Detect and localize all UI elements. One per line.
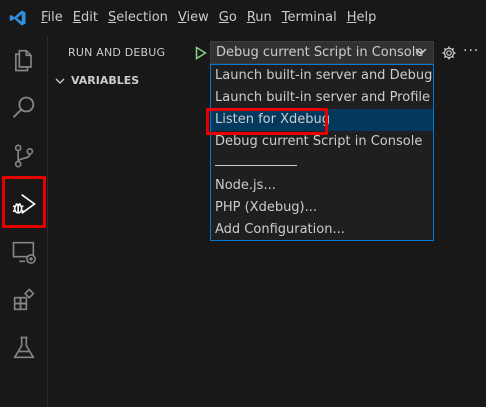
source-control-icon[interactable] [0,132,48,180]
files-icon[interactable] [0,36,48,84]
dropdown-item-nodejs[interactable]: Node.js... [211,175,433,197]
selected-configuration: Debug current Script in Console [216,45,424,60]
start-debugging-icon[interactable] [195,46,207,60]
search-icon[interactable] [0,84,48,132]
dropdown-separator [215,165,297,166]
menu-go[interactable]: Go [214,0,242,36]
activity-bar [0,36,48,407]
dropdown-item-php-xdebug[interactable]: PHP (Xdebug)... [211,197,433,219]
run-and-debug-panel: RUN AND DEBUG Debug current Script in Co… [49,36,486,407]
variables-section-title: VARIABLES [71,74,140,87]
panel-title: RUN AND DEBUG [68,46,166,59]
chevron-down-icon [415,48,427,55]
testing-icon[interactable] [0,324,48,372]
configuration-dropdown: Launch built-in server and Debug Launch … [206,64,434,241]
menu-help[interactable]: Help [342,0,382,36]
variables-section-header[interactable]: VARIABLES [55,74,139,88]
run-debug-highlight-box [2,176,46,228]
gear-icon[interactable] [441,45,457,61]
remote-explorer-icon[interactable] [0,228,48,276]
menu-run[interactable]: Run [242,0,277,36]
extensions-icon[interactable] [0,276,48,324]
menu-terminal[interactable]: Terminal [277,0,342,36]
menu-edit[interactable]: Edit [68,0,103,36]
more-actions-icon[interactable]: ··· [463,43,479,59]
menu-selection[interactable]: Selection [103,0,173,36]
menu-view[interactable]: View [173,0,214,36]
dropdown-item-launch-profile[interactable]: Launch built-in server and Profile [211,87,433,109]
menu-bar: File Edit Selection View Go Run Terminal… [0,0,486,36]
dropdown-item-add-configuration[interactable]: Add Configuration... [211,219,433,241]
dropdown-item-launch-debug[interactable]: Launch built-in server and Debug [211,65,433,87]
listen-xdebug-highlight-box [206,108,328,135]
vscode-logo-icon [0,0,36,36]
chevron-down-icon [55,78,65,84]
menu-file[interactable]: File [36,0,68,36]
debug-configuration-select[interactable]: Debug current Script in Console [210,41,434,64]
